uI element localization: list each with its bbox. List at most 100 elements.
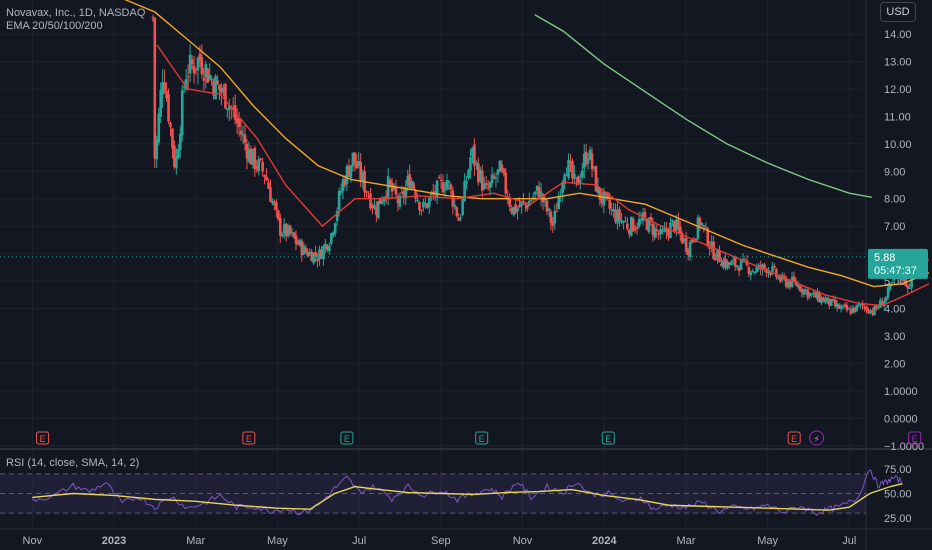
candle-body	[580, 170, 584, 178]
price-tick-label: 8.00	[884, 194, 905, 206]
time-tick-label: Mar	[186, 535, 205, 547]
candle-body	[278, 217, 282, 236]
candle-body	[847, 308, 851, 310]
candle-body	[678, 226, 682, 234]
candle-body	[465, 181, 468, 184]
candle-body	[688, 241, 692, 257]
candle-body	[428, 197, 431, 207]
candle-body	[269, 187, 272, 202]
candle-body	[608, 199, 612, 209]
candle-body	[802, 289, 806, 295]
candle-body	[671, 219, 674, 222]
candle-body	[257, 159, 261, 172]
candle-body	[624, 220, 627, 222]
candle-body	[586, 158, 590, 164]
candle-body	[504, 172, 508, 194]
candle-body	[633, 229, 637, 231]
candle-body	[655, 229, 659, 232]
candle-body	[475, 162, 478, 164]
candle-body	[337, 190, 341, 210]
candle-body	[492, 176, 496, 178]
candle-body	[508, 199, 512, 207]
candle-body	[729, 261, 733, 266]
candle-body	[202, 77, 206, 81]
candle-body	[459, 217, 462, 219]
time-tick-label: Nov	[513, 535, 533, 547]
price-tick-label: 3.00	[884, 331, 905, 343]
time-tick-label: May	[757, 535, 778, 547]
candle-body	[490, 174, 494, 183]
symbol-legend: Novavax, Inc., 1D, NASDAQ	[6, 7, 146, 19]
indicator-legend: EMA 20/50/100/200	[6, 20, 103, 32]
candle-body	[524, 203, 527, 205]
candle-body	[237, 119, 241, 127]
last-price-value: 5.88	[874, 252, 895, 264]
candle-body	[443, 189, 447, 191]
candle-body	[773, 265, 776, 268]
candle-body	[429, 193, 433, 196]
candle-body	[684, 237, 688, 252]
candle-body	[735, 265, 739, 268]
candle-body	[547, 208, 551, 211]
candle-body	[449, 184, 453, 190]
rsi-tick-label: 25.00	[884, 513, 912, 525]
candle-body	[349, 165, 353, 179]
candle-body	[906, 285, 910, 289]
currency-button[interactable]: USD	[880, 2, 916, 22]
candle-body	[265, 176, 268, 181]
candle-body	[775, 269, 778, 277]
candle-body	[157, 113, 161, 143]
candle-body	[239, 130, 243, 135]
price-tick-label: −1.0000	[884, 441, 924, 453]
candle-body	[177, 149, 180, 159]
candle-body	[702, 225, 706, 227]
price-tick-label: 7.00	[884, 221, 905, 233]
candle-body	[529, 200, 533, 202]
candle-body	[169, 122, 172, 128]
candle-body	[733, 257, 737, 267]
candle-body	[328, 246, 331, 252]
candle-body	[520, 202, 523, 207]
candle-body	[210, 79, 213, 81]
price-tick-label: 4.00	[884, 304, 905, 316]
candle-body	[753, 272, 757, 274]
candle-body	[259, 158, 262, 160]
candle-body	[653, 227, 657, 238]
candle-body	[394, 186, 398, 195]
candle-body	[618, 209, 621, 221]
candle-body	[275, 202, 278, 210]
candle-body	[261, 161, 264, 172]
candle-body	[494, 177, 498, 179]
rsi-tick-label: 50.00	[884, 489, 912, 501]
candle-body	[200, 57, 204, 75]
candle-body	[304, 247, 308, 253]
candle-body	[810, 293, 813, 295]
price-tick-label: 12.00	[884, 84, 912, 96]
candle-body	[280, 234, 284, 237]
candle-body	[412, 183, 415, 189]
candle-body	[708, 247, 711, 249]
candle-body	[214, 76, 217, 100]
candle-body	[469, 157, 472, 171]
candle-body	[751, 270, 755, 272]
candle-body	[277, 210, 280, 220]
candle-body	[865, 306, 868, 311]
candle-body	[578, 180, 582, 183]
candle-body	[333, 223, 337, 234]
candle-body	[253, 147, 257, 170]
candle-body	[908, 287, 911, 289]
candle-body	[467, 170, 470, 179]
earnings-marker-label: E	[791, 434, 797, 444]
candle-body	[516, 208, 519, 212]
chart-canvas[interactable]: 14.0013.0012.0011.0010.009.008.007.006.0…	[0, 0, 932, 550]
time-tick-label: May	[267, 535, 288, 547]
price-tick-label: 10.00	[884, 139, 912, 151]
time-tick-label: Sep	[431, 535, 451, 547]
candle-body	[380, 201, 384, 204]
price-tick-label: 14.00	[884, 29, 912, 41]
time-tick-label: Jul	[842, 535, 856, 547]
candle-body	[151, 16, 155, 18]
candle-body	[365, 191, 368, 193]
candle-body	[661, 230, 664, 232]
candle-body	[718, 250, 721, 263]
